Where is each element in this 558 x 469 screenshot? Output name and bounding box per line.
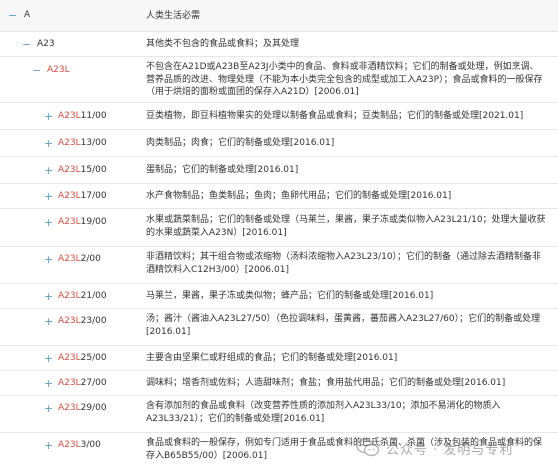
tree-row-a23: − A23 其他类不包含的食品或食料；及其处理 <box>0 32 558 57</box>
tree-row-a: − A 人类生活必需 <box>0 0 558 32</box>
code-highlight: A23L <box>58 217 81 227</box>
group-code[interactable]: A23L21/00 <box>58 292 107 301</box>
tree-row-a23l: − A23L 不包含在A21D或A23B至A23J小类中的食品、食料或非酒精饮料… <box>0 57 558 103</box>
tree-row-group: + A23L21/00 马莱兰，果酱，果子冻或类似物；蜂产品；它们的制备或处理[… <box>0 284 558 309</box>
group-code[interactable]: A23L17/00 <box>58 192 107 201</box>
group-description: 马莱兰，果酱，果子冻或类似物；蜂产品；它们的制备或处理[2016.01] <box>146 291 434 301</box>
expand-toggle[interactable]: + <box>44 138 53 149</box>
expand-toggle[interactable]: + <box>44 378 53 389</box>
group-code[interactable]: A23L15/00 <box>58 166 107 175</box>
collapse-toggle[interactable]: − <box>8 10 17 21</box>
code-highlight: A23L <box>58 316 81 326</box>
expand-toggle[interactable]: + <box>44 353 53 364</box>
code-highlight: A23L <box>58 291 81 301</box>
code-suffix: 2/00 <box>80 254 101 264</box>
code-suffix: 23/00 <box>80 316 107 326</box>
code-suffix: 3/00 <box>80 440 101 450</box>
code-highlight: A23L <box>58 138 81 148</box>
code-suffix: 21/00 <box>80 291 107 301</box>
tree-row-group: + A23L25/00 主要含由坚果仁或籽组成的食品；它们的制备或处理[2016… <box>0 346 558 371</box>
group-description: 含有添加剂的食品或食料（改变营养性质的添加剂入A23L33/10；添加不易消化的… <box>146 401 501 424</box>
code-suffix: 29/00 <box>80 403 107 413</box>
code-suffix: 13/00 <box>80 138 107 148</box>
collapse-toggle[interactable]: − <box>22 39 31 50</box>
class-description: 人类生活必需 <box>146 11 201 21</box>
group-code[interactable]: A23L3/00 <box>58 441 101 450</box>
code-highlight: A23L <box>58 111 81 121</box>
tree-row-group: + A23L13/00 肉类制品；肉食；它们的制备或处理[2016.01] <box>0 130 558 157</box>
group-description: 蛋制品；它们的制备或处理[2016.01] <box>146 165 299 175</box>
code-suffix: 19/00 <box>80 217 107 227</box>
group-code[interactable]: A23L11/00 <box>58 112 107 121</box>
tree-row-group: + A23L2/00 非酒精饮料；其干组合物或浓缩物（汤料浓缩物入A23L23/… <box>0 247 558 284</box>
tree-row-group: + A23L19/00 水果或蔬菜制品；它们的制备或处理（马莱兰，果酱，果子冻或… <box>0 209 558 247</box>
expand-toggle[interactable]: + <box>44 217 53 228</box>
code-suffix: 25/00 <box>80 353 107 363</box>
group-description: 食品或食料的一般保存，例如专门适用于食品或食料的巴氏杀菌、杀菌（涉及包装的食品或… <box>146 438 543 461</box>
group-description: 调味料；增香剂或佐料；人造甜味剂；食盐；食用盐代用品；它们的制备或处理[2016… <box>146 378 506 388</box>
code-highlight: A23L <box>58 440 81 450</box>
tree-row-group: + A23L23/00 汤；酱汁（酱油入A23L27/50）（色拉调味料，蛋黄酱… <box>0 309 558 346</box>
code-suffix: 15/00 <box>80 165 107 175</box>
group-description: 豆类植物，即豆科植物果实的处理以制备食品或食料；豆类制品；它们的制备或处理[20… <box>146 111 524 121</box>
tree-row-group: + A23L15/00 蛋制品；它们的制备或处理[2016.01] <box>0 157 558 184</box>
code-suffix: 27/00 <box>80 378 107 388</box>
expand-toggle[interactable]: + <box>44 316 53 327</box>
code-highlight: A23L <box>58 165 81 175</box>
code-highlight: A23L <box>58 353 81 363</box>
class-code[interactable]: A23 <box>37 40 55 49</box>
group-description: 水产食物制品；鱼类制品；鱼肉；鱼卵代用品；它们的制备或处理[2016.01] <box>146 191 452 201</box>
group-description: 汤；酱汁（酱油入A23L27/50）（色拉调味料，蛋黄酱，蕃茄酱入A23L27/… <box>146 314 541 337</box>
code-suffix: 17/00 <box>80 191 107 201</box>
group-description: 水果或蔬菜制品；它们的制备或处理（马莱兰，果酱，果子冻或类似物入A23L21/1… <box>146 215 546 238</box>
group-code[interactable]: A23L19/00 <box>58 218 107 227</box>
expand-toggle[interactable]: + <box>44 111 53 122</box>
group-description: 非酒精饮料；其干组合物或浓缩物（汤料浓缩物入A23L23/10）；它们的制备（通… <box>146 252 542 275</box>
expand-toggle[interactable]: + <box>44 440 53 451</box>
group-code[interactable]: A23L13/00 <box>58 139 107 148</box>
group-code[interactable]: A23L27/00 <box>58 379 107 388</box>
code-highlight: A23L <box>58 403 81 413</box>
group-code[interactable]: A23L2/00 <box>58 255 101 264</box>
class-description: 不包含在A21D或A23B至A23J小类中的食品、食料或非酒精饮料；它们的制备或… <box>146 62 543 97</box>
class-description: 其他类不包含的食品或食料；及其处理 <box>146 39 300 49</box>
group-description: 主要含由坚果仁或籽组成的食品；它们的制备或处理[2016.01] <box>146 353 398 363</box>
expand-toggle[interactable]: + <box>44 165 53 176</box>
collapse-toggle[interactable]: − <box>32 65 41 76</box>
group-code[interactable]: A23L23/00 <box>58 317 107 326</box>
group-code[interactable]: A23L29/00 <box>58 404 107 413</box>
tree-row-group: + A23L11/00 豆类植物，即豆科植物果实的处理以制备食品或食料；豆类制品… <box>0 103 558 130</box>
group-code[interactable]: A23L25/00 <box>58 354 107 363</box>
expand-toggle[interactable]: + <box>44 291 53 302</box>
code-highlight: A23L <box>58 254 81 264</box>
class-code[interactable]: A23L <box>47 66 70 75</box>
expand-toggle[interactable]: + <box>44 191 53 202</box>
expand-toggle[interactable]: + <box>44 254 53 265</box>
class-code[interactable]: A <box>24 11 30 20</box>
tree-row-group: + A23L29/00 含有添加剂的食品或食料（改变营养性质的添加剂入A23L3… <box>0 396 558 433</box>
tree-row-group: + A23L27/00 调味料；增香剂或佐料；人造甜味剂；食盐；食用盐代用品；它… <box>0 371 558 396</box>
code-suffix: 11/00 <box>80 111 107 121</box>
group-description: 肉类制品；肉食；它们的制备或处理[2016.01] <box>146 138 335 148</box>
code-highlight: A23L <box>58 191 81 201</box>
tree-row-group: + A23L3/00 食品或食料的一般保存，例如专门适用于食品或食料的巴氏杀菌、… <box>0 433 558 469</box>
tree-row-group: + A23L17/00 水产食物制品；鱼类制品；鱼肉；鱼卵代用品；它们的制备或处… <box>0 184 558 209</box>
expand-toggle[interactable]: + <box>44 403 53 414</box>
code-highlight: A23L <box>58 378 81 388</box>
